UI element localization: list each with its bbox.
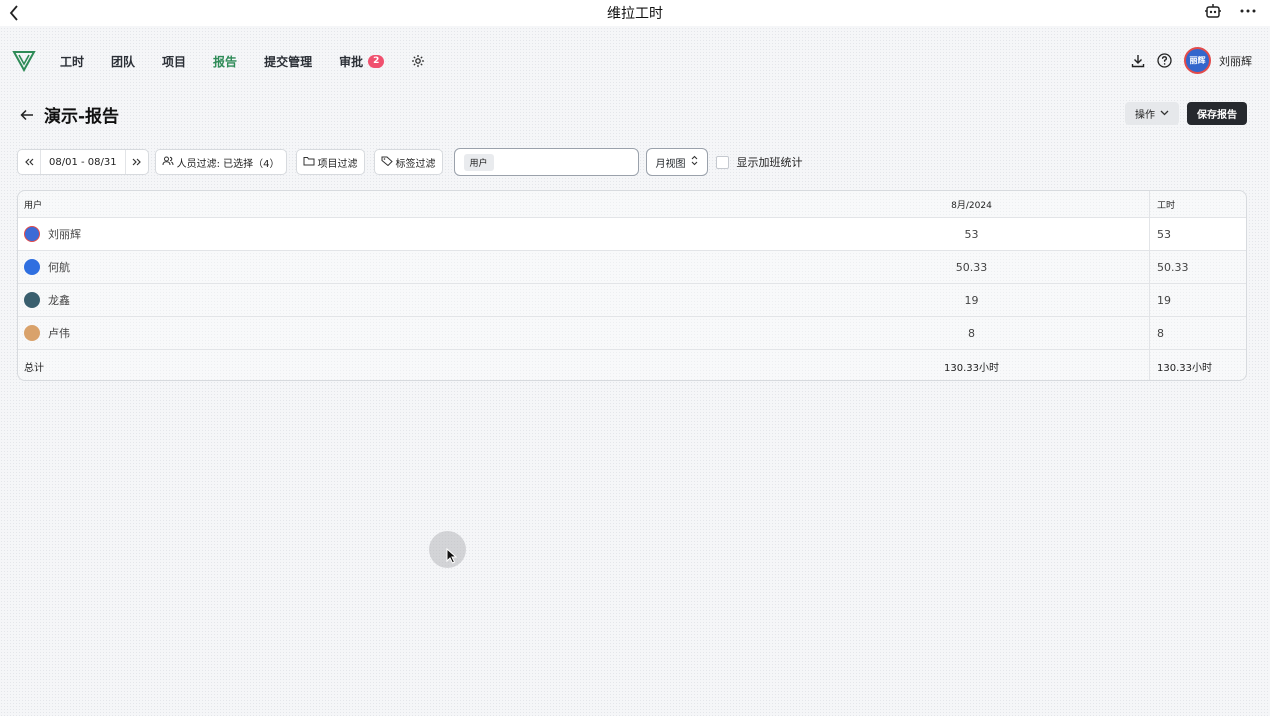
back-arrow-icon[interactable] xyxy=(20,109,34,121)
group-by-tag[interactable]: 用户 xyxy=(463,153,494,171)
row-user-name: 龙鑫 xyxy=(48,294,70,307)
date-range-picker: 08/01 - 08/31 xyxy=(17,149,149,175)
main-nav: 工时 团队 项目 报告 提交管理 审批 2 丽辉 刘丽辉 xyxy=(0,40,1270,82)
row-month-hours: 53 xyxy=(964,227,979,241)
page-header: 演示-报告 xyxy=(20,102,119,127)
avatar xyxy=(24,259,40,275)
table-header: 用户 8月/2024 工时 xyxy=(18,191,1246,218)
save-report-button[interactable]: 保存报告 xyxy=(1187,102,1247,125)
row-total-hours: 8 xyxy=(1149,317,1246,349)
project-filter-button[interactable]: 项目过滤 xyxy=(295,149,365,175)
nav-item-approvals[interactable]: 审批 2 xyxy=(339,53,385,70)
total-label: 总计 xyxy=(24,363,44,374)
table-row[interactable]: 何航 50.33 50.33 xyxy=(18,251,1246,284)
total-hours: 130.33小时 xyxy=(1149,350,1246,380)
overtime-toggle[interactable]: 显示加班统计 xyxy=(715,154,803,170)
user-avatar[interactable]: 丽辉 xyxy=(1184,47,1211,74)
folder-icon xyxy=(303,156,315,169)
operations-dropdown[interactable]: 操作 xyxy=(1125,102,1179,125)
row-user-name: 何航 xyxy=(48,261,70,274)
help-icon[interactable] xyxy=(1157,53,1172,68)
row-user-name: 卢伟 xyxy=(48,327,70,340)
header-user: 用户 xyxy=(24,200,43,211)
settings-gear-icon[interactable] xyxy=(411,54,425,68)
report-table: 用户 8月/2024 工时 刘丽辉 53 53 何航 50.33 50.33 龙… xyxy=(17,190,1247,381)
header-hours: 工时 xyxy=(1149,191,1246,217)
user-name[interactable]: 刘丽辉 xyxy=(1219,53,1252,69)
app-title: 维拉工时 xyxy=(607,6,663,22)
row-month-hours: 8 xyxy=(968,326,975,340)
row-month-hours: 50.33 xyxy=(955,260,988,274)
chevron-down-icon xyxy=(1160,108,1169,119)
table-row[interactable]: 龙鑫 19 19 xyxy=(18,284,1246,317)
header-month: 8月/2024 xyxy=(951,200,992,211)
group-by-input[interactable]: 用户 xyxy=(453,148,639,176)
nav-item-projects[interactable]: 项目 xyxy=(162,53,186,70)
people-filter-button[interactable]: 人员过滤: 已选择（4） xyxy=(154,149,287,175)
updown-chevron-icon xyxy=(691,155,698,169)
page-actions: 操作 保存报告 xyxy=(1125,102,1247,125)
row-user-name: 刘丽辉 xyxy=(48,228,81,241)
next-period-icon[interactable] xyxy=(126,150,148,174)
nav-item-reports[interactable]: 报告 xyxy=(213,53,237,70)
date-range[interactable]: 08/01 - 08/31 xyxy=(40,150,126,174)
avatar xyxy=(24,325,40,341)
logo-icon[interactable] xyxy=(12,48,38,74)
total-month-hours: 130.33小时 xyxy=(944,363,999,374)
nav-item-team[interactable]: 团队 xyxy=(111,53,135,70)
more-icon[interactable] xyxy=(1240,9,1256,13)
row-total-hours: 19 xyxy=(1149,284,1246,316)
tag-icon xyxy=(381,156,393,169)
view-select[interactable]: 月视图 xyxy=(645,148,708,176)
robot-icon[interactable] xyxy=(1204,3,1222,19)
tag-filter-button[interactable]: 标签过滤 xyxy=(373,149,443,175)
app-bar: 维拉工时 xyxy=(0,0,1270,26)
overtime-checkbox[interactable] xyxy=(715,155,729,169)
download-icon[interactable] xyxy=(1131,54,1145,68)
nav-item-submissions[interactable]: 提交管理 xyxy=(264,53,312,70)
filter-bar: 08/01 - 08/31 人员过滤: 已选择（4） 项目过滤 标签过滤 用户 … xyxy=(17,148,803,176)
table-row[interactable]: 卢伟 8 8 xyxy=(18,317,1246,350)
users-icon xyxy=(162,156,174,169)
row-total-hours: 53 xyxy=(1149,218,1246,250)
prev-period-icon[interactable] xyxy=(18,150,40,174)
row-month-hours: 19 xyxy=(964,293,979,307)
mouse-pointer-icon xyxy=(446,547,458,568)
page-title: 演示-报告 xyxy=(44,107,120,127)
row-total-hours: 50.33 xyxy=(1149,251,1246,283)
avatar xyxy=(24,292,40,308)
nav-item-timesheet[interactable]: 工时 xyxy=(60,53,84,70)
back-chevron-icon[interactable] xyxy=(6,3,22,23)
table-row[interactable]: 刘丽辉 53 53 xyxy=(18,218,1246,251)
approval-count-badge: 2 xyxy=(368,54,385,68)
avatar xyxy=(24,226,40,242)
table-total-row: 总计 130.33小时 130.33小时 xyxy=(18,350,1246,380)
